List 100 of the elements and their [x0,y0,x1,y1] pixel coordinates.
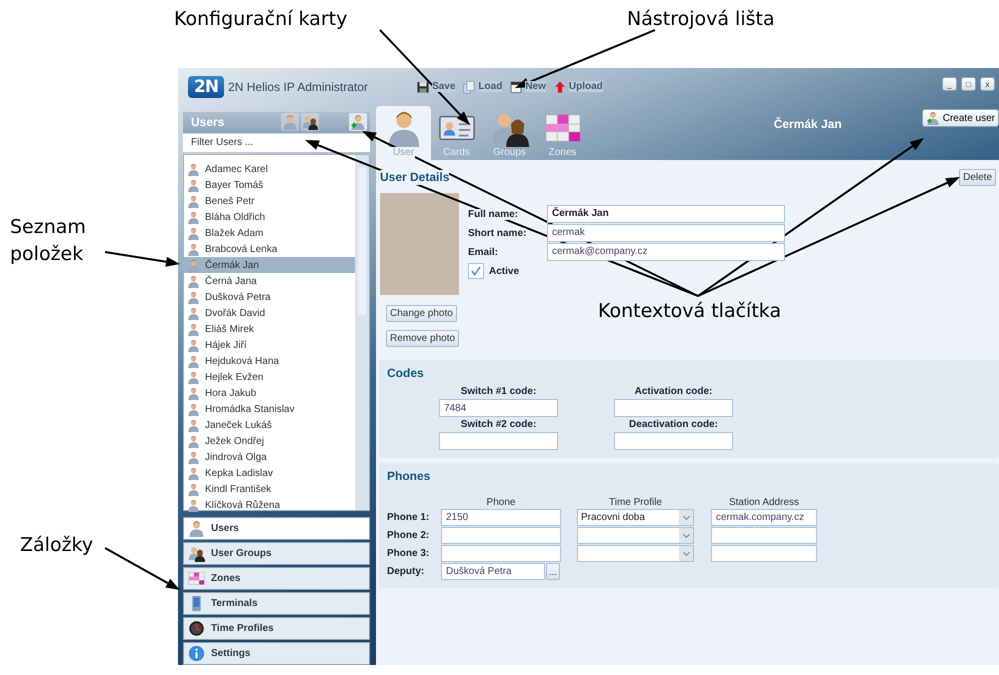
user-list-item[interactable]: Bayer Tomáš [184,177,355,193]
deputy-field[interactable]: Dušková Petra [441,563,545,580]
people-button[interactable] [301,113,319,132]
dropdown[interactable]: Pracovni doba [577,509,694,526]
user-list-item[interactable]: Čermák Jan [184,257,355,273]
person-icon [187,226,200,240]
user-list-item[interactable]: Eliáš Mirek [184,321,355,337]
toolbar-button[interactable]: Load [462,80,502,94]
up-arrow-icon [552,80,567,94]
logo: 2N [188,76,224,98]
user-list-item[interactable]: Černá Jana [184,273,355,289]
user-list-item[interactable]: Kindl František [184,481,355,497]
person-icon [187,482,200,496]
field-label: Full name: [468,208,518,220]
callout-label: Kontextová tlačítka [598,299,782,324]
add-user-button[interactable] [349,113,367,132]
text-field[interactable] [614,432,733,450]
user-list-item[interactable]: Brabcová Lenka [184,241,355,257]
person-icon [187,274,200,288]
panel-title: Users [191,115,226,130]
text-field[interactable]: Čermák Jan [547,205,785,223]
delete-button[interactable]: Delete [959,169,996,186]
field-label: Switch #1 code: [460,386,536,397]
user-list-item[interactable]: Janeček Lukáš [184,417,355,433]
create-user-button[interactable]: Create user [922,109,999,127]
text-field[interactable]: 7484 [439,399,558,417]
nav-tab[interactable]: User Groups [183,542,370,565]
address-field[interactable]: cermak.company.cz [711,509,817,526]
section-title: User Details [380,170,450,185]
column-header: Phone [486,497,516,508]
person-icon [187,450,200,464]
user-list-item[interactable]: Dušková Petra [184,289,355,305]
person-icon [187,242,200,256]
person-icon [187,210,200,224]
user-list-item[interactable]: Hájek Jiří [184,337,355,353]
user-list-item[interactable]: Jindrová Olga [184,449,355,465]
user-list-item[interactable]: Kepka Ladislav [184,465,355,481]
person-icon [187,306,200,320]
user-list-item[interactable]: Hejduková Hana [184,353,355,369]
user-name-heading: Čermák Jan [772,116,843,130]
phone-field[interactable] [441,527,561,544]
text-field[interactable]: cermak@company.cz [547,243,785,261]
field-label: Activation code: [634,386,712,397]
add-person-icon [350,114,366,130]
nav-tab[interactable]: Zones [183,567,370,590]
checkbox-label: Active [489,266,520,276]
nav-tab[interactable]: Terminals [183,592,370,615]
dropdown[interactable] [577,527,694,544]
user-list-item[interactable]: Klíčková Růžena [184,497,355,513]
text-field[interactable] [439,432,558,450]
text-field[interactable] [614,399,733,417]
phone-field[interactable]: 2150 [441,509,561,526]
person-icon [187,290,200,304]
user-list-item[interactable]: Hejlek Evžen [184,369,355,385]
user-list-item[interactable]: Beneš Petr [184,193,355,209]
user-list-item[interactable]: Hromádka Stanislav [184,401,355,417]
people-icon [302,114,318,130]
maximize-button[interactable]: □ [961,77,976,91]
address-field[interactable] [711,545,817,562]
toolbar-button[interactable]: Save [416,80,456,94]
person-icon [187,370,200,384]
text-field[interactable]: cermak [547,224,785,242]
address-field[interactable] [711,527,817,544]
grid-icon [188,570,205,587]
person-icon [187,194,200,208]
checkbox[interactable] [468,263,484,279]
phone-field[interactable] [441,545,561,562]
field-label: Short name: [468,228,526,238]
person-icon [187,354,200,368]
row-label: Deputy: [387,566,424,577]
photo-button[interactable]: Change photo [386,305,457,322]
person-icon [187,322,200,336]
person-icon [187,162,200,176]
window-title: 2N Helios IP Administrator [228,80,369,94]
row-label: Phone 3: [387,548,430,559]
callout-label: Záložky [20,533,94,558]
close-button[interactable]: x [980,77,995,91]
field-label: Switch #2 code: [460,419,536,430]
user-list-item[interactable]: Bláha Oldřich [184,209,355,225]
nav-tab[interactable]: Users [183,517,370,540]
user-list-item[interactable]: Blažek Adam [184,225,355,241]
scrollbar[interactable] [355,155,369,510]
browse-button[interactable]: ... [546,563,560,580]
callout-label: Konfigurační karty [174,7,348,32]
nav-tab[interactable]: Time Profiles [183,617,370,640]
nav-tab[interactable]: Settings [183,642,370,665]
field-label: Deactivation code: [629,419,718,430]
user-list-item[interactable]: Hora Jakub [184,385,355,401]
photo-button[interactable]: Remove photo [386,330,460,347]
user-list-item[interactable]: Ježek Ondřej [184,433,355,449]
minimize-button[interactable]: _ [942,77,957,91]
scrollbar-thumb[interactable] [358,167,366,315]
person-icon [187,466,200,480]
clock-icon [188,620,205,637]
people-icon [188,545,205,562]
user-list-item[interactable]: Adamec Karel [184,161,355,177]
dropdown[interactable] [577,545,694,562]
filter-field[interactable]: Filter Users ... [183,132,370,152]
person-icon [187,178,200,192]
user-list-item[interactable]: Dvořák David [184,305,355,321]
